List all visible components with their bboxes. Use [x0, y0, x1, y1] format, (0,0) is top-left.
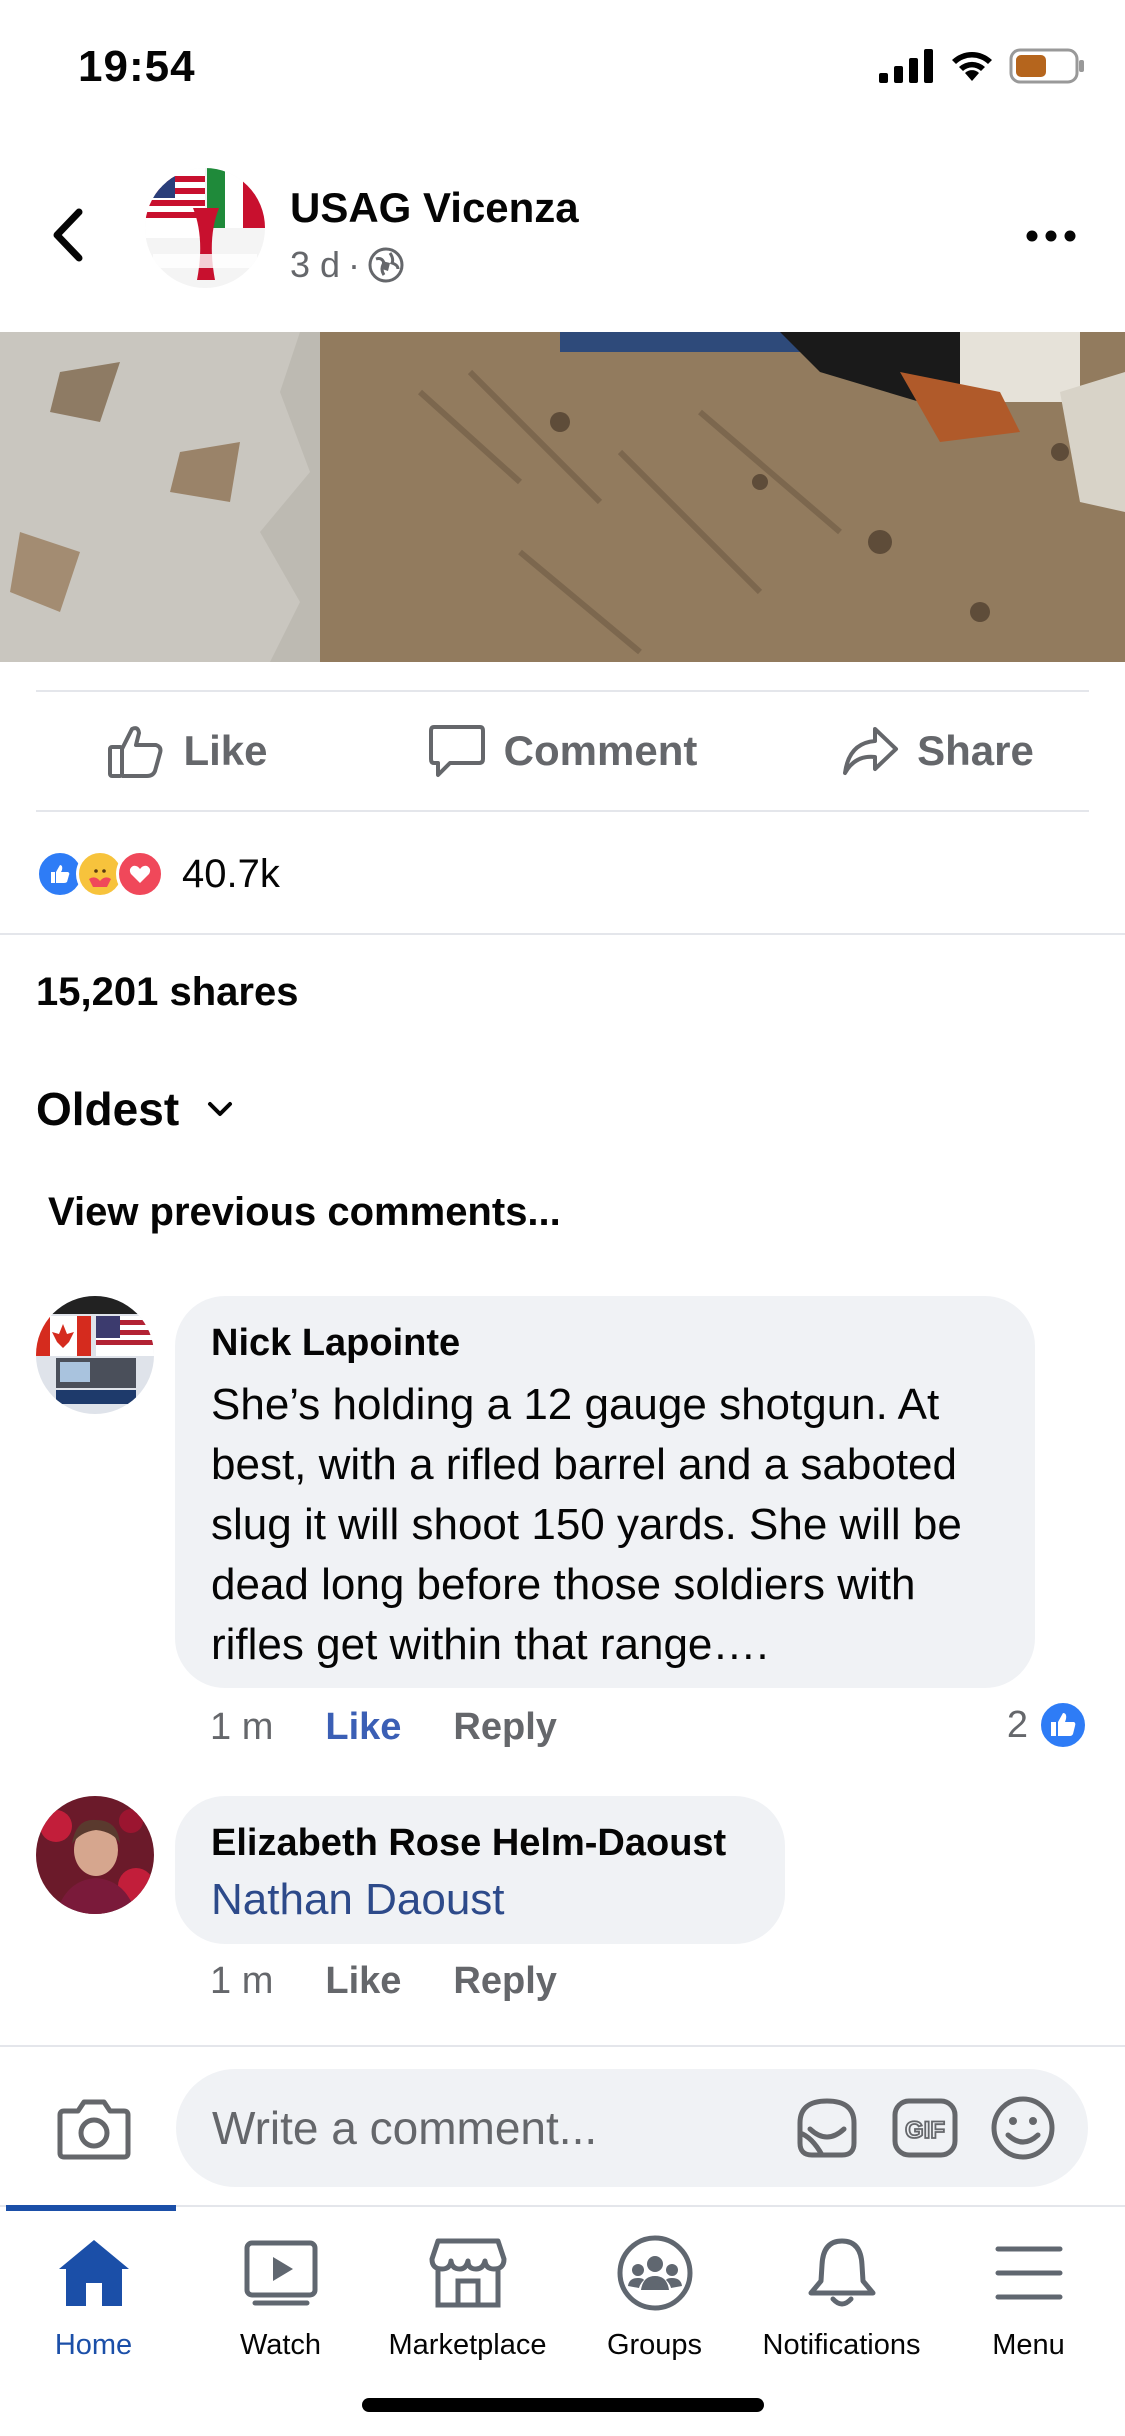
- comment-bubble-icon: [428, 725, 485, 777]
- status-icons: [879, 48, 1085, 84]
- like-label: Like: [183, 727, 268, 774]
- chevron-down-icon: [208, 1102, 233, 1116]
- post-meta: 3 d ·: [290, 244, 404, 286]
- post-header: USAG Vicenza 3 d ·: [0, 140, 1125, 332]
- tab-label: Notifications: [762, 2329, 921, 2361]
- comment-reply-button[interactable]: Reply: [453, 1706, 556, 1749]
- watch-icon: [244, 2240, 317, 2306]
- camera-icon: [57, 2099, 131, 2160]
- tab-home[interactable]: Home: [0, 2233, 187, 2362]
- tab-watch[interactable]: Watch: [187, 2233, 374, 2362]
- comment-text: She’s holding a 12 gauge shotgun. At bes…: [211, 1375, 999, 1675]
- like-badge-icon: [1039, 1701, 1087, 1749]
- comment-button[interactable]: Comment: [375, 692, 750, 810]
- home-indicator[interactable]: [362, 2398, 764, 2412]
- comment-line: slug it will shoot 150 yards. She will b…: [211, 1500, 962, 1549]
- comment-reply-button[interactable]: Reply: [453, 1960, 556, 2003]
- wifi-icon: [952, 52, 992, 81]
- comment-label: Comment: [503, 727, 698, 774]
- comment-like-count[interactable]: 2: [1007, 1700, 1088, 1750]
- comment-like-button[interactable]: Like: [325, 1960, 401, 2003]
- love-reaction-icon: [116, 850, 164, 898]
- comment-input-container: GIF: [176, 2069, 1088, 2187]
- section-divider: [0, 933, 1125, 935]
- page-avatar[interactable]: [145, 168, 265, 288]
- comment-line: best, with a rifled barrel and a saboted: [211, 1440, 958, 1489]
- reactions-summary[interactable]: 40.7k: [36, 844, 280, 904]
- globe-icon: [368, 247, 404, 283]
- comment-bubble[interactable]: Nick Lapointe She’s holding a 12 gauge s…: [175, 1296, 1035, 1688]
- gif-label: GIF: [905, 2117, 945, 2144]
- comment-line: dead long before those soldiers with: [211, 1560, 916, 1609]
- tab-notifications[interactable]: Notifications: [748, 2233, 935, 2362]
- active-tab-indicator: [6, 2205, 176, 2211]
- sort-label: Oldest: [36, 1083, 180, 1135]
- share-label: Share: [917, 727, 1034, 774]
- signal-icon: [879, 49, 933, 83]
- emoji-button[interactable]: [988, 2093, 1058, 2168]
- comment-meta: 1 m Like Reply: [210, 1960, 557, 2003]
- tab-groups[interactable]: Groups: [561, 2233, 748, 2362]
- reaction-count: 40.7k: [182, 851, 280, 896]
- comment-line: She’s holding a 12 gauge shotgun. At: [211, 1380, 940, 1429]
- composer-tools: GIF: [792, 2093, 1058, 2168]
- groups-icon: [617, 2235, 692, 2311]
- comment-line: rifles get within that range….: [211, 1620, 769, 1669]
- avatar-sticker-button[interactable]: [792, 2093, 862, 2168]
- gif-button[interactable]: GIF: [890, 2093, 960, 2168]
- more-dots-icon: [1026, 230, 1076, 242]
- shares-count[interactable]: 15,201 shares: [36, 970, 298, 1015]
- marketplace-icon: [429, 2238, 506, 2308]
- tab-label: Watch: [239, 2329, 322, 2361]
- usag-logo-icon: [145, 168, 265, 288]
- profile-photo-icon: [36, 1796, 154, 1914]
- page-name[interactable]: USAG Vicenza: [290, 184, 579, 232]
- comment-time: 1 m: [210, 1960, 274, 2002]
- tab-menu[interactable]: Menu: [935, 2233, 1122, 2362]
- tab-label: Groups: [606, 2329, 703, 2361]
- meta-separator: ·: [348, 244, 361, 285]
- sticker-icon: [797, 2098, 857, 2158]
- view-previous-comments-link[interactable]: View previous comments...: [48, 1190, 561, 1235]
- battery-icon: [1009, 48, 1084, 84]
- post-action-bar: Like Comment Share: [0, 692, 1125, 810]
- back-button[interactable]: [44, 200, 92, 270]
- divider: [36, 810, 1089, 812]
- comment-like-button[interactable]: Like: [325, 1706, 401, 1749]
- post-photo: [0, 332, 1125, 662]
- comment-composer: GIF: [0, 2045, 1125, 2205]
- menu-icon: [995, 2246, 1062, 2300]
- gif-icon: GIF: [892, 2098, 958, 2158]
- comment-author[interactable]: Elizabeth Rose Helm-Daoust: [211, 1822, 749, 1865]
- post-image[interactable]: [0, 332, 1125, 662]
- share-arrow-icon: [843, 727, 899, 775]
- post-age: 3 d: [290, 244, 341, 285]
- emoji-icon: [991, 2096, 1055, 2160]
- share-button[interactable]: Share: [750, 692, 1125, 810]
- more-options-button[interactable]: [1021, 216, 1081, 256]
- camera-button[interactable]: [56, 2097, 132, 2166]
- commenter-avatar[interactable]: [36, 1296, 154, 1414]
- status-bar: 19:54: [0, 0, 1125, 140]
- bell-icon: [808, 2238, 875, 2307]
- comment-author[interactable]: Nick Lapointe: [211, 1322, 999, 1365]
- comment-bubble[interactable]: Elizabeth Rose Helm-Daoust Nathan Daoust: [175, 1796, 785, 1944]
- comment-sort-dropdown[interactable]: Oldest: [36, 1082, 233, 1136]
- tab-label: Home: [54, 2329, 133, 2361]
- thumbs-up-icon: [108, 726, 163, 778]
- commenter-avatar[interactable]: [36, 1796, 154, 1914]
- comment-time: 1 m: [210, 1706, 274, 1748]
- tab-label: Menu: [992, 2329, 1065, 2361]
- status-time: 19:54: [78, 42, 196, 91]
- like-count-value: 2: [1006, 1703, 1028, 1746]
- comment-mention-link[interactable]: Nathan Daoust: [211, 1875, 749, 1925]
- chevron-left-icon: [53, 208, 83, 262]
- like-button[interactable]: Like: [0, 692, 375, 810]
- tab-label: Marketplace: [388, 2329, 547, 2361]
- home-icon: [58, 2240, 129, 2306]
- comment-meta: 1 m Like Reply: [210, 1706, 557, 1749]
- tab-marketplace[interactable]: Marketplace: [374, 2233, 561, 2362]
- comment-input[interactable]: [212, 2069, 712, 2187]
- trucking-for-freedom-avatar-icon: [36, 1296, 154, 1414]
